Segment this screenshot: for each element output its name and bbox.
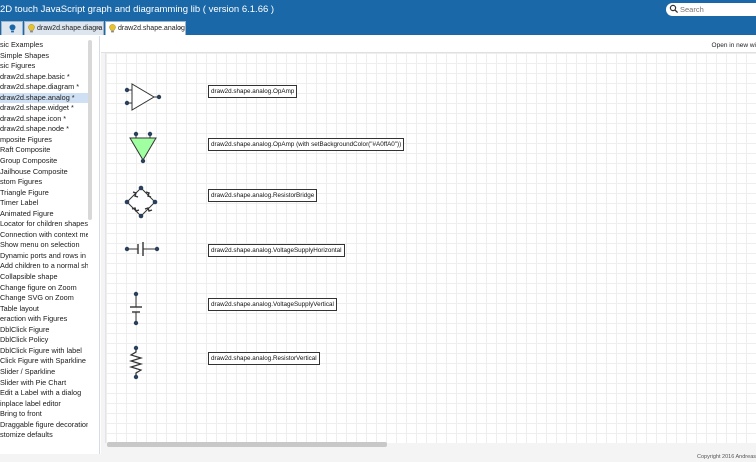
sidebar-item[interactable]: draw2d.shape.icon *	[0, 114, 88, 125]
voltage-supply-horizontal-figure[interactable]	[124, 241, 160, 257]
shape-label-voltage-supply-vertical[interactable]: draw2d.shape.analog.VoltageSupplyVertica…	[208, 298, 337, 311]
tab-bar: draw2d.shape.diagra ✕ draw2d.shape.analo…	[0, 20, 756, 35]
resistor-bridge-figure[interactable]	[124, 185, 158, 219]
close-icon[interactable]: ✕	[178, 25, 183, 32]
opamp-figure[interactable]	[124, 83, 162, 111]
sidebar-item[interactable]: mposite Figures	[0, 135, 88, 146]
diagram-canvas[interactable]: draw2d.shape.analog.OpAmp draw2d.shape.a…	[105, 53, 756, 443]
sidebar-item[interactable]: sic Figures	[0, 61, 88, 72]
shape-label-opamp[interactable]: draw2d.shape.analog.OpAmp	[208, 85, 298, 98]
shape-label-voltage-supply-horizontal[interactable]: draw2d.shape.analog.VoltageSupplyHorizon…	[208, 244, 345, 257]
opamp-green-figure[interactable]	[128, 131, 158, 165]
close-icon[interactable]: ✕	[96, 25, 101, 32]
sidebar-item[interactable]: Collapsible shape	[0, 272, 88, 283]
sidebar-item[interactable]: Bring to front	[0, 409, 88, 420]
open-in-new-window-link[interactable]: Open in new wi	[712, 42, 756, 49]
sidebar-item[interactable]: Connection with context mer	[0, 230, 88, 241]
canvas-horizontal-scrollbar[interactable]	[107, 442, 387, 447]
tab-draw2d-shape-analog[interactable]: draw2d.shape.analog ✕	[105, 21, 186, 35]
title-bar: 2D touch JavaScript graph and diagrammin…	[0, 0, 756, 20]
tab-label: draw2d.shape.diagra	[37, 25, 103, 32]
search-icon	[669, 4, 679, 14]
main-header: Open in new wi	[101, 36, 756, 53]
sidebar-item[interactable]: Draggable figure decoration	[0, 420, 88, 431]
sidebar: sic Examples Simple Shapes sic Figures draw…	[0, 36, 100, 462]
app-title: 2D touch JavaScript graph and diagrammin…	[0, 4, 275, 15]
sidebar-item[interactable]: Jailhouse Composite	[0, 167, 88, 178]
sidebar-item[interactable]: Table layout	[0, 304, 88, 315]
sidebar-item[interactable]: Triangle Figure	[0, 188, 88, 199]
main-panel: Open in new wi draw2d.shape.analog.OpAmp…	[101, 36, 756, 454]
voltage-supply-vertical-figure[interactable]	[128, 291, 144, 327]
sidebar-item[interactable]: Animated Figure	[0, 209, 88, 220]
sidebar-scrollbar[interactable]	[88, 40, 92, 220]
shape-label-resistor-bridge[interactable]: draw2d.shape.analog.ResistorBridge	[208, 189, 318, 202]
copyright-text: Copyright 2016 Andreas	[696, 454, 756, 460]
sidebar-item[interactable]: Click Figure with Sparkline	[0, 356, 88, 367]
sidebar-item[interactable]: DblClick Figure	[0, 325, 88, 336]
sidebar-item[interactable]: Group Composite	[0, 156, 88, 167]
footer: Copyright 2016 Andreas	[0, 454, 756, 462]
sidebar-item[interactable]: Show menu on selection	[0, 240, 88, 251]
sidebar-item[interactable]: Slider with Pie Chart	[0, 378, 88, 389]
sidebar-item[interactable]: draw2d.shape.widget *	[0, 103, 88, 114]
sidebar-item[interactable]: DblClick Policy	[0, 335, 88, 346]
sidebar-item[interactable]: Slider / Sparkline	[0, 367, 88, 378]
resistor-vertical-figure[interactable]	[128, 345, 144, 381]
sidebar-item[interactable]: Dynamic ports and rows in a	[0, 251, 88, 262]
sidebar-item[interactable]: draw2d.shape.node *	[0, 124, 88, 135]
sidebar-item[interactable]: draw2d.shape.analog *	[0, 92, 88, 104]
sidebar-item[interactable]: stomize defaults	[0, 430, 88, 441]
shape-label-resistor-vertical[interactable]: draw2d.shape.analog.ResistorVertical	[208, 352, 320, 365]
shape-label-opamp-green[interactable]: draw2d.shape.analog.OpAmp (with setBackg…	[208, 138, 405, 151]
sidebar-item[interactable]: Locator for children shapes	[0, 219, 88, 230]
sidebar-item[interactable]: inplace label editor	[0, 399, 88, 410]
sidebar-item[interactable]: stom Figures	[0, 177, 88, 188]
sidebar-item[interactable]: Raft Composite	[0, 145, 88, 156]
sidebar-item[interactable]: Add children to a normal sha	[0, 261, 88, 272]
lightbulb-icon	[9, 24, 16, 33]
search-input[interactable]	[680, 3, 756, 16]
sidebar-item[interactable]: Edit a Label with a dialog	[0, 388, 88, 399]
sidebar-item[interactable]: draw2d.shape.basic *	[0, 72, 88, 83]
sidebar-item[interactable]: eraction with Figures	[0, 314, 88, 325]
sidebar-item[interactable]: Timer Label	[0, 198, 88, 209]
search-box[interactable]	[666, 3, 756, 16]
sidebar-item[interactable]: Change SVG on Zoom	[0, 293, 88, 304]
tab-draw2d-shape-diagram[interactable]: draw2d.shape.diagra ✕	[24, 21, 104, 35]
lightbulb-icon	[109, 24, 116, 33]
sidebar-item[interactable]: sic Examples	[0, 40, 88, 51]
tab-label: draw2d.shape.analog	[118, 25, 185, 32]
sidebar-item[interactable]: Change figure on Zoom	[0, 283, 88, 294]
sidebar-item[interactable]: draw2d.shape.diagram *	[0, 82, 88, 93]
sidebar-item[interactable]: Simple Shapes	[0, 51, 88, 62]
lightbulb-icon	[28, 24, 35, 33]
sidebar-item[interactable]: DblClick Figure with label	[0, 346, 88, 357]
tab-home[interactable]	[1, 21, 23, 35]
sidebar-tree: sic Examples Simple Shapes sic Figures draw…	[0, 40, 88, 441]
